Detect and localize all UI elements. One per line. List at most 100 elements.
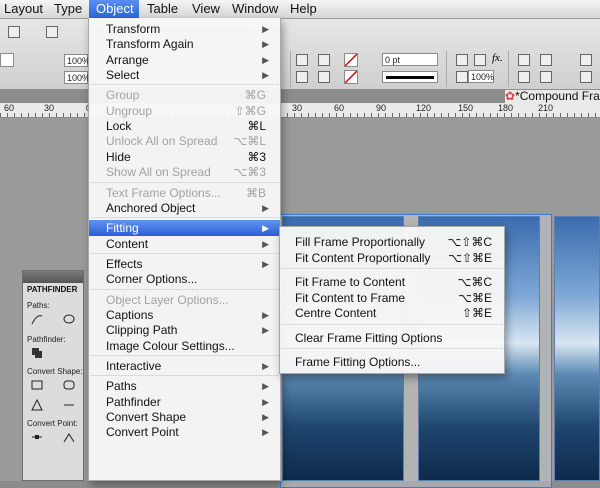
menu-item-label: Anchored Object — [106, 200, 196, 215]
menu-item-fitting[interactable]: Fitting ▶ — [89, 220, 280, 237]
menu-item-label: Captions — [106, 307, 154, 322]
fx-icon[interactable]: fx. — [492, 52, 503, 64]
shortcut-label: ⌥⇧⌘C — [447, 235, 492, 249]
menu-item-arrange[interactable]: Arrange ▶ — [89, 52, 280, 68]
align-right-icon[interactable] — [296, 71, 308, 83]
menu-item-interactive[interactable]: Interactive ▶ — [89, 358, 280, 374]
submenu-arrow-icon: ▶ — [262, 54, 269, 65]
triangle-shape-icon[interactable] — [31, 399, 43, 411]
menu-separator — [281, 268, 503, 269]
panel-menu-icon[interactable] — [580, 54, 592, 66]
submenu-item-centre-content[interactable]: Centre Content ⇧⌘E — [280, 305, 504, 321]
submenu-arrow-icon: ▶ — [262, 202, 269, 213]
menu-item-corner-options[interactable]: Corner Options... — [89, 271, 280, 287]
menu-item-content[interactable]: Content ▶ — [89, 236, 280, 252]
panel-header[interactable] — [23, 271, 83, 283]
submenu-item-fit-frame-to-content[interactable]: Fit Frame to Content ⌥⌘C — [280, 274, 504, 290]
submenu-arrow-icon: ▶ — [262, 258, 269, 269]
screen-mode-icon[interactable] — [8, 26, 20, 38]
distribute-icon[interactable] — [318, 71, 330, 83]
menu-item-label: Unlock All on Spread — [106, 134, 218, 149]
reference-point-box[interactable] — [0, 53, 14, 67]
menu-item-label: Object Layer Options... — [106, 292, 229, 307]
menu-item-label: Show All on Spread — [106, 165, 211, 180]
menu-item-convert-point[interactable]: Convert Point ▶ — [89, 424, 280, 440]
menu-item-label: Ungroup — [106, 103, 153, 118]
menu-window[interactable]: Window — [232, 0, 280, 18]
submenu-item-frame-fitting-options[interactable]: Frame Fitting Options... — [280, 354, 504, 370]
close-path-icon[interactable] — [63, 313, 75, 325]
menu-item-label: Content — [106, 236, 149, 251]
menu-item-clipping-path[interactable]: Clipping Path ▶ — [89, 322, 280, 338]
menu-item-transform[interactable]: Transform ▶ — [89, 21, 280, 37]
corner-point-icon[interactable] — [63, 431, 75, 443]
menu-layout[interactable]: Layout — [2, 0, 48, 18]
menu-help[interactable]: Help — [290, 0, 320, 18]
menu-item-label: Hide — [106, 149, 131, 164]
submenu-arrow-icon: ▶ — [262, 396, 269, 407]
menu-object[interactable]: Object — [89, 0, 139, 18]
submenu-item-clear-frame-fitting-options[interactable]: Clear Frame Fitting Options — [280, 330, 504, 346]
effects-icon[interactable] — [474, 54, 486, 66]
menu-item-effects[interactable]: Effects ▶ — [89, 256, 280, 272]
menu-item-label: Group — [106, 88, 140, 103]
menu-item-select[interactable]: Select ▶ — [89, 67, 280, 83]
divider — [446, 51, 447, 87]
stroke-type-line[interactable] — [382, 71, 438, 83]
shadow-icon[interactable] — [456, 54, 468, 66]
menu-item-label: Paths — [106, 379, 137, 394]
menu-item-group: Group ⌘G — [89, 87, 280, 103]
menu-table[interactable]: Table — [147, 0, 187, 18]
ruler-tick-label: 120 — [416, 103, 432, 113]
submenu-item-label: Fit Content to Frame — [295, 290, 406, 305]
plain-point-icon[interactable] — [31, 431, 43, 443]
panel-menu-2-icon[interactable] — [580, 71, 592, 83]
document-tab[interactable]: ✿*Compound Fra — [505, 90, 600, 103]
menu-item-pathfinder[interactable]: Pathfinder ▶ — [89, 394, 280, 410]
rounded-rectangle-icon[interactable] — [63, 379, 75, 391]
rectangle-shape-icon[interactable] — [31, 379, 43, 391]
scale-y-field[interactable]: 100% — [64, 71, 90, 84]
pathfinder-label: Pathfinder: — [27, 335, 66, 344]
submenu-arrow-icon: ▶ — [262, 412, 269, 423]
arrange-documents-icon[interactable] — [46, 26, 58, 38]
align-left-icon[interactable] — [296, 54, 308, 66]
menu-item-convert-shape[interactable]: Convert Shape ▶ — [89, 409, 280, 425]
menu-item-captions[interactable]: Captions ▶ — [89, 307, 280, 323]
menu-type[interactable]: Type — [54, 0, 86, 18]
menu-view[interactable]: View — [192, 0, 226, 18]
stroke-weight-field[interactable]: 0 pt — [382, 53, 438, 66]
opacity-field[interactable]: 100% — [468, 70, 494, 83]
divider — [290, 51, 291, 87]
align-center-icon[interactable] — [318, 54, 330, 66]
modified-indicator-icon: ✿ — [505, 90, 516, 103]
menu-bar: Layout Type Object Table View Window Hel… — [0, 0, 600, 19]
line-shape-icon[interactable] — [63, 399, 75, 411]
menu-item-transform-again[interactable]: Transform Again ▶ — [89, 36, 280, 52]
scale-x-field[interactable]: 100% — [64, 54, 90, 67]
text-wrap-icon[interactable] — [518, 54, 530, 66]
menu-item-hide[interactable]: Hide ⌘3 — [89, 149, 280, 165]
frame-fitting-icon[interactable] — [540, 54, 552, 66]
ruler-tick-label: 60 — [334, 103, 345, 113]
submenu-item-fit-content-to-frame[interactable]: Fit Content to Frame ⌥⌘E — [280, 290, 504, 306]
opacity-icon — [456, 71, 468, 83]
submenu-arrow-icon: ▶ — [262, 325, 269, 336]
shortcut-label: ⌘G — [244, 88, 266, 103]
menu-item-paths[interactable]: Paths ▶ — [89, 378, 280, 394]
menu-item-label: Select — [106, 68, 140, 83]
submenu-item-fit-content-proportionally[interactable]: Fit Content Proportionally ⌥⇧⌘E — [280, 250, 504, 266]
text-wrap-around-icon[interactable] — [518, 71, 530, 83]
menu-item-lock[interactable]: Lock ⌘L — [89, 118, 280, 134]
join-path-icon[interactable] — [31, 313, 43, 325]
wave-photo-frame[interactable] — [554, 216, 600, 481]
submenu-arrow-icon: ▶ — [262, 309, 269, 320]
menu-item-label: Corner Options... — [106, 272, 198, 287]
menu-item-image-colour-settings[interactable]: Image Colour Settings... — [89, 338, 280, 354]
menu-item-anchored-object[interactable]: Anchored Object ▶ — [89, 200, 280, 216]
frame-fitting-2-icon[interactable] — [540, 71, 552, 83]
menu-separator — [90, 288, 279, 290]
menu-item-object-layer-options: Object Layer Options... — [89, 292, 280, 308]
add-shapes-icon[interactable] — [31, 347, 43, 359]
submenu-item-fill-frame-proportionally[interactable]: Fill Frame Proportionally ⌥⇧⌘C — [280, 234, 504, 250]
